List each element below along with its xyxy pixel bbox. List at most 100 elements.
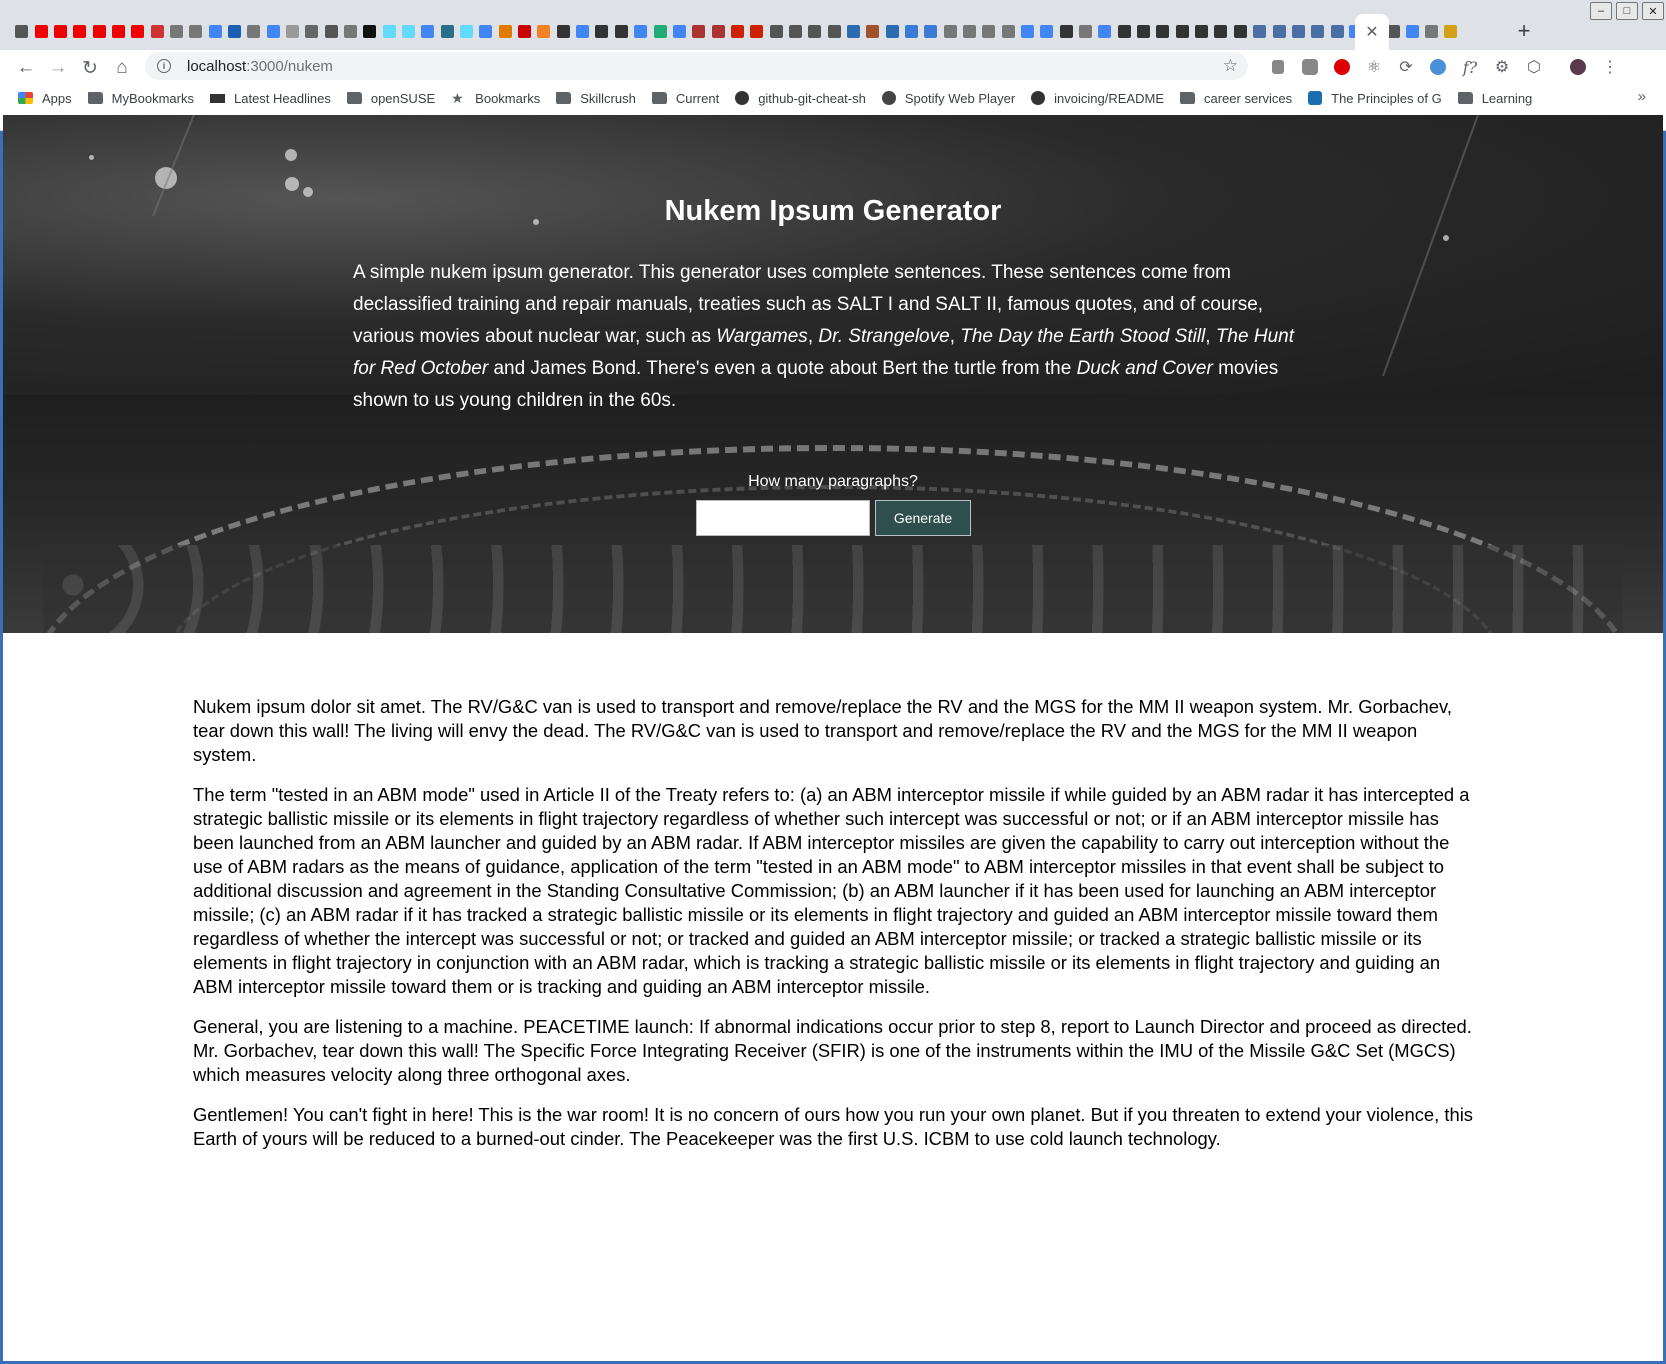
pinned-tab[interactable] (1057, 20, 1076, 42)
pinned-tab[interactable] (882, 20, 901, 42)
pinned-tab[interactable] (496, 20, 515, 42)
chat-extension-icon[interactable] (1294, 54, 1326, 80)
pinned-tab[interactable] (399, 20, 418, 42)
menu-kebab-icon[interactable]: ⋮ (1594, 54, 1626, 80)
pinned-tab[interactable] (554, 20, 573, 42)
pinned-tab[interactable] (650, 20, 669, 42)
pinned-tab[interactable] (631, 20, 650, 42)
pinned-tab[interactable] (205, 20, 224, 42)
bookmark-item[interactable]: Spotify Web Player (881, 86, 1015, 110)
bookmark-item[interactable]: MyBookmarks (87, 86, 194, 110)
pinned-tab[interactable] (167, 20, 186, 42)
pinned-tab[interactable] (438, 20, 457, 42)
pinned-tab[interactable] (805, 20, 824, 42)
pinned-tab[interactable] (786, 20, 805, 42)
pinned-tab[interactable] (573, 20, 592, 42)
pinned-tab[interactable] (1269, 20, 1288, 42)
bookmark-item[interactable]: The Principles of G (1308, 86, 1442, 110)
bookmark-item[interactable]: career services (1180, 86, 1292, 110)
maximize-button[interactable]: □ (1616, 2, 1638, 20)
bookmark-item[interactable]: invoicing/README (1031, 86, 1164, 110)
pinned-tab[interactable] (766, 20, 785, 42)
pinned-tab[interactable] (322, 20, 341, 42)
pinned-tab[interactable] (960, 20, 979, 42)
font-extension-icon[interactable]: f? (1454, 54, 1486, 80)
bookmark-item[interactable]: Current (651, 86, 719, 110)
profile-avatar-icon[interactable] (1562, 54, 1594, 80)
pinned-tab[interactable] (476, 20, 495, 42)
pinned-tab[interactable] (824, 20, 843, 42)
pinned-tab[interactable] (670, 20, 689, 42)
bookmark-item[interactable]: openSUSE (346, 86, 435, 110)
bitwarden-extension-icon[interactable] (1422, 54, 1454, 80)
pinned-tab[interactable] (1192, 20, 1211, 42)
bookmark-star-icon[interactable]: ☆ (1223, 56, 1238, 76)
pinned-tab[interactable] (128, 20, 147, 42)
pinned-tab[interactable] (147, 20, 166, 42)
pinned-tab[interactable] (70, 20, 89, 42)
pinned-tab[interactable] (1018, 20, 1037, 42)
pinned-tab[interactable] (31, 20, 50, 42)
pinned-tab[interactable] (302, 20, 321, 42)
bookmark-item[interactable]: Latest Headlines (210, 86, 331, 110)
site-info-icon[interactable]: i (157, 59, 171, 73)
generate-button[interactable]: Generate (875, 500, 971, 536)
pinned-tab[interactable] (1441, 20, 1460, 42)
pinned-tab[interactable] (1037, 20, 1056, 42)
pinned-tab[interactable] (457, 20, 476, 42)
hexagon-extension-icon[interactable]: ⬡ (1518, 54, 1550, 80)
pinned-tab[interactable] (1134, 20, 1153, 42)
pinned-tab[interactable] (263, 20, 282, 42)
pinned-tab[interactable] (51, 20, 70, 42)
gear-extension-icon[interactable]: ⚙ (1486, 54, 1518, 80)
pinned-tab[interactable] (1308, 20, 1327, 42)
back-icon[interactable]: ← (12, 54, 40, 82)
forward-icon[interactable]: → (44, 54, 72, 82)
bookmark-item[interactable]: github-git-cheat-sh (735, 86, 866, 110)
pinned-tab[interactable] (941, 20, 960, 42)
pinned-tab[interactable] (921, 20, 940, 42)
pinned-tab[interactable] (1095, 20, 1114, 42)
pinned-tab[interactable] (1327, 20, 1346, 42)
reload-icon[interactable]: ↻ (76, 54, 104, 82)
home-icon[interactable]: ⌂ (108, 54, 136, 82)
close-window-button[interactable]: ✕ (1642, 2, 1664, 20)
pinned-tab[interactable] (1250, 20, 1269, 42)
bookmark-item[interactable]: Skillcrush (556, 86, 636, 110)
tab-close-icon[interactable]: ✕ (1365, 22, 1378, 42)
pinned-tab[interactable] (979, 20, 998, 42)
sync-extension-icon[interactable]: ⟳ (1390, 54, 1422, 80)
bookmark-item[interactable]: Apps (18, 86, 72, 110)
youtube-extension-icon[interactable] (1326, 54, 1358, 80)
pinned-tab[interactable] (1422, 20, 1441, 42)
pinned-tab[interactable] (109, 20, 128, 42)
pinned-tab[interactable] (1289, 20, 1308, 42)
active-tab[interactable]: ✕ (1355, 14, 1389, 50)
pinned-tab[interactable] (418, 20, 437, 42)
pinned-tab[interactable] (747, 20, 766, 42)
pinned-tab[interactable] (1403, 20, 1422, 42)
bookmark-item[interactable]: Learning (1457, 86, 1532, 110)
new-tab-button[interactable]: + (1510, 17, 1538, 45)
pinned-tab[interactable] (341, 20, 360, 42)
pinned-tab[interactable] (1076, 20, 1095, 42)
bookmark-item[interactable]: ★ Bookmarks (451, 86, 540, 110)
pinned-tab[interactable] (1115, 20, 1134, 42)
paragraph-count-input[interactable] (696, 500, 870, 536)
pinned-tab[interactable] (708, 20, 727, 42)
react-devtools-icon[interactable]: ⚛ (1358, 54, 1390, 80)
pinned-tab[interactable] (534, 20, 553, 42)
minimize-button[interactable]: – (1590, 2, 1612, 20)
bookmarks-overflow-icon[interactable]: » (1638, 88, 1646, 105)
pinned-tab[interactable] (689, 20, 708, 42)
pinned-tab[interactable] (844, 20, 863, 42)
pinned-tab[interactable] (999, 20, 1018, 42)
pinned-tab[interactable] (380, 20, 399, 42)
pinned-tab[interactable] (283, 20, 302, 42)
pinned-tab[interactable] (225, 20, 244, 42)
pinned-tab[interactable] (244, 20, 263, 42)
pinned-tab[interactable] (1231, 20, 1250, 42)
pinned-tab[interactable] (515, 20, 534, 42)
pinned-tab[interactable] (1173, 20, 1192, 42)
pinned-tab[interactable] (863, 20, 882, 42)
